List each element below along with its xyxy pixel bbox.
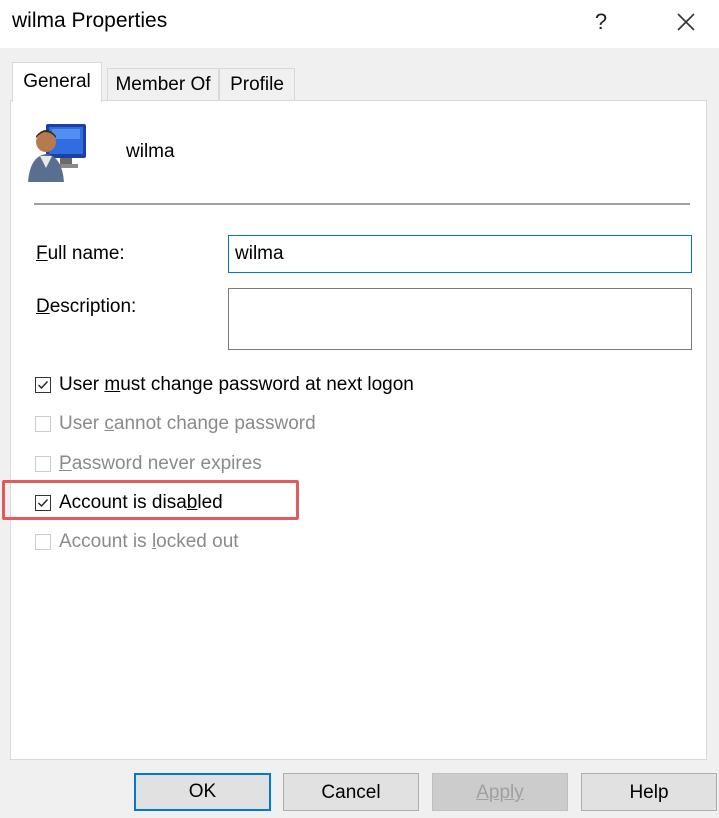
full-name-label: Full name: [36, 243, 125, 264]
cancel-button[interactable]: Cancel [283, 773, 419, 811]
apply-button[interactable]: Apply [432, 773, 568, 811]
checkbox-box[interactable] [35, 534, 51, 550]
full-name-input[interactable] [228, 235, 692, 273]
title-bar: wilma Properties ? [0, 0, 719, 48]
checkmark-icon [38, 381, 49, 390]
tab-general[interactable]: General [12, 62, 102, 102]
checkbox-label: User cannot change password [59, 413, 316, 434]
user-computer-icon [26, 120, 92, 184]
ok-button[interactable]: OK [134, 773, 271, 811]
user-name-label: wilma [126, 141, 175, 162]
description-label: Description: [36, 296, 137, 317]
highlight-box [2, 480, 299, 520]
checkbox-label: Password never expires [59, 453, 262, 474]
checkbox-box[interactable] [35, 456, 51, 472]
checkbox-label: User must change password at next logon [59, 374, 414, 395]
checkbox-box[interactable] [35, 416, 51, 432]
checkbox-label: Account is locked out [59, 531, 239, 552]
tab-profile[interactable]: Profile [219, 68, 295, 101]
close-icon[interactable] [668, 4, 704, 40]
checkbox-box[interactable] [35, 377, 51, 393]
help-button[interactable]: Help [581, 773, 717, 811]
separator-line [34, 203, 690, 205]
window-title: wilma Properties [12, 9, 168, 32]
help-question-button[interactable]: ? [586, 4, 616, 40]
tab-member-of[interactable]: Member Of [107, 68, 219, 101]
description-input[interactable] [228, 288, 692, 350]
